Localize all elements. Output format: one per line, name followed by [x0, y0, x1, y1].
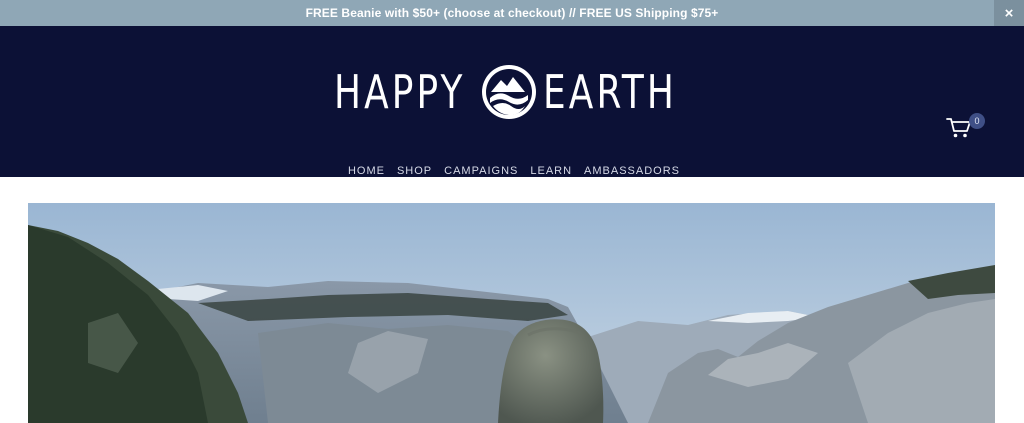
nav-item-home[interactable]: HOME — [348, 163, 385, 179]
announcement-bar: FREE Beanie with $50+ (choose at checkou… — [0, 0, 1024, 26]
hero-image[interactable] — [28, 203, 995, 423]
wave-mountain-emblem-icon — [481, 65, 536, 119]
announcement-text: FREE Beanie with $50+ (choose at checkou… — [305, 6, 719, 20]
site-header: HAPPY EARTH HOME SHOP CAMPAIGNS LEARN AM… — [0, 26, 1024, 177]
logo-word-left: HAPPY — [334, 65, 466, 119]
cart-count-badge: 0 — [969, 113, 985, 129]
nav-item-learn[interactable]: LEARN — [530, 163, 572, 179]
close-icon: × — [1004, 4, 1014, 22]
logo-word-right: EARTH — [542, 65, 677, 119]
hero-landscape-photo — [28, 203, 995, 423]
close-announcement-button[interactable]: × — [994, 0, 1024, 26]
main-nav: HOME SHOP CAMPAIGNS LEARN AMBASSADORS — [0, 163, 1024, 179]
nav-item-campaigns[interactable]: CAMPAIGNS — [444, 163, 518, 179]
cart-button[interactable]: 0 — [946, 113, 986, 146]
site-logo[interactable]: HAPPY EARTH — [334, 64, 714, 120]
nav-item-ambassadors[interactable]: AMBASSADORS — [584, 163, 680, 179]
nav-item-shop[interactable]: SHOP — [397, 163, 432, 179]
